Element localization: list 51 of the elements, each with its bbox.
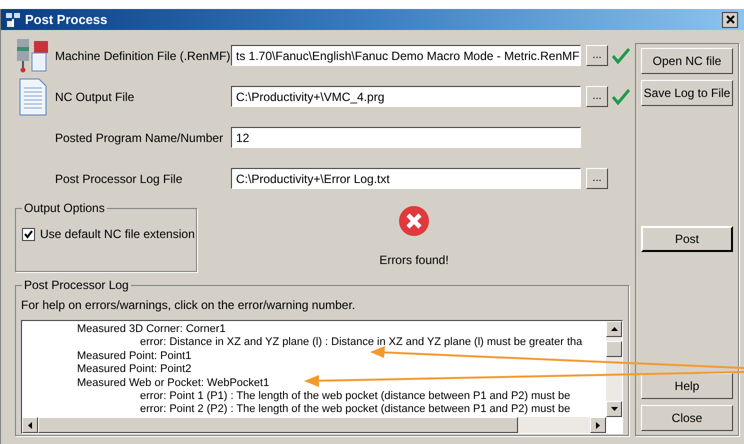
window-title: Post Process [25,10,108,29]
text-field[interactable]: C:\Productivity+\VMC_4.prg [231,86,581,107]
vertical-scrollbar[interactable] [606,321,622,417]
right-arrow-icon [596,422,600,428]
dialog-button[interactable]: Save Log to File [641,80,733,106]
document-icon [18,78,48,116]
field-label: NC Output File [55,88,136,106]
help-text: For help on errors/warnings, click on the error/warning number. [21,297,356,314]
checkbox-label: Use default NC file extension [40,226,195,243]
scroll-thumb[interactable] [38,417,518,433]
down-arrow-icon [610,407,618,411]
browse-button[interactable]: ... [586,86,608,107]
dialog-button[interactable]: Close [641,405,733,431]
dialog-button[interactable]: Help [641,373,733,399]
log-entry: Measured Point: Point2 [76,363,192,377]
scroll-right-button[interactable] [590,417,606,433]
log-error[interactable]: error: Point 2 (P2) : The length of the web pocket (distance between P1 and P2) must be [140,403,570,417]
field-label: Posted Program Name/Number [55,130,224,146]
dialog-button[interactable]: Open NC file [641,48,733,74]
field-label: Machine Definition File (.RenMF) [55,48,231,64]
tick-icon [24,230,33,238]
app-icon [5,12,21,28]
field-label: Post Processor Log File [55,170,184,188]
scroll-up-button[interactable] [606,321,622,337]
log-error[interactable]: error: Point 1 (P1) : The length of the web pocket (distance between P1 and P2) must be [140,390,570,404]
up-arrow-icon [610,327,618,331]
close-icon [726,15,734,24]
status-message: Errors found! [379,252,449,269]
checkbox[interactable] [22,228,35,240]
text-field[interactable]: ts 1.70\Fanuc\English\Fanuc Demo Macro Mode - Metric.RenMF [231,45,581,66]
checkmark-icon [612,88,630,106]
log-entry: Measured Point: Point1 [76,350,192,364]
close-button[interactable] [722,12,738,28]
left-arrow-icon [28,422,32,428]
group-title: Output Options [22,201,107,215]
scroll-thumb[interactable] [606,341,622,357]
dialog-button[interactable]: Post [641,226,733,252]
text-field[interactable]: C:\Productivity+\Error Log.txt [231,168,581,189]
browse-button[interactable]: ... [586,45,608,66]
log-list[interactable] [21,320,623,434]
browse-button[interactable]: ... [586,168,608,189]
scroll-left-button[interactable] [22,417,38,433]
horizontal-scrollbar[interactable] [22,417,606,433]
group-title: Post Processor Log [22,278,131,292]
log-error[interactable]: error: Distance in XZ and YZ plane (l) : Distance in XZ and YZ plane (l) must be greater tha [140,336,582,350]
log-entry: Measured Web or Pocket: WebPocket1 [76,376,270,390]
log-entry: Measured 3D Corner: Corner1 [76,323,226,336]
error-icon [398,205,430,237]
text-field[interactable]: 12 [231,127,581,148]
scroll-down-button[interactable] [606,401,622,417]
checkmark-icon [612,46,630,64]
